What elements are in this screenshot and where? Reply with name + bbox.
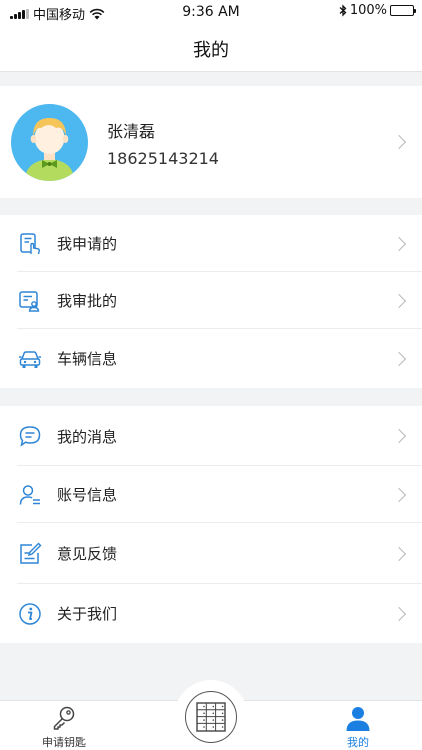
menu-group-applications: 我申请的 我审批的 车辆信息 — [0, 215, 422, 388]
apply-document-icon — [20, 232, 40, 254]
chevron-right-icon — [391, 546, 407, 561]
menu-item-account-info[interactable]: 账号信息 — [0, 466, 422, 523]
menu-item-label: 账号信息 — [57, 486, 118, 504]
status-right: 100% — [339, 3, 416, 18]
tab-apply-key[interactable]: 申请钥匙 — [24, 701, 104, 750]
battery-percent: 100% — [349, 3, 387, 18]
bluetooth-icon — [339, 4, 347, 17]
battery-icon — [390, 5, 416, 16]
approve-document-icon — [19, 290, 40, 312]
menu-item-label: 车辆信息 — [57, 350, 118, 368]
info-icon — [19, 602, 41, 625]
profile-name: 张清磊 — [107, 122, 156, 141]
avatar — [11, 104, 88, 181]
menu-item-label: 关于我们 — [57, 605, 118, 623]
tab-label: 我的 — [347, 736, 369, 749]
menu-item-label: 我申请的 — [57, 235, 118, 253]
chevron-right-icon — [391, 293, 407, 308]
locker-grid-icon — [196, 702, 226, 732]
chevron-right-icon — [391, 134, 407, 150]
nav-bar: 我的 — [0, 26, 422, 72]
avatar-boy-icon — [25, 118, 74, 181]
menu-item-feedback[interactable]: 意见反馈 — [0, 523, 422, 584]
chevron-right-icon — [391, 236, 407, 251]
menu-item-my-approvals[interactable]: 我审批的 — [0, 272, 422, 329]
menu-item-label: 我审批的 — [57, 292, 118, 310]
menu-group-settings: 我的消息 账号信息 意见反馈 关于我们 — [0, 406, 422, 643]
menu-item-label: 我的消息 — [57, 427, 118, 446]
profile-phone: 18625143214 — [107, 149, 219, 168]
chevron-right-icon — [391, 606, 407, 621]
key-icon — [53, 706, 75, 730]
car-icon — [19, 350, 41, 368]
chevron-right-icon — [391, 351, 407, 366]
status-bar: 中国移动 9:36 AM 100% — [0, 0, 422, 26]
feedback-icon — [20, 542, 42, 564]
page-title: 我的 — [193, 39, 229, 61]
tab-mine[interactable]: 我的 — [318, 701, 398, 750]
message-icon — [19, 426, 41, 447]
user-filled-icon — [346, 707, 370, 731]
menu-item-my-applications[interactable]: 我申请的 — [0, 215, 422, 272]
tab-label: 申请钥匙 — [42, 736, 86, 749]
menu-item-about-us[interactable]: 关于我们 — [0, 584, 422, 643]
account-icon — [19, 484, 40, 505]
center-grid-button[interactable] — [185, 691, 237, 743]
menu-item-my-messages[interactable]: 我的消息 — [0, 406, 422, 466]
chevron-right-icon — [391, 487, 407, 502]
menu-item-label: 意见反馈 — [57, 545, 118, 563]
profile-card[interactable]: 张清磊 18625143214 — [0, 86, 422, 198]
menu-item-vehicle-info[interactable]: 车辆信息 — [0, 329, 422, 388]
chevron-right-icon — [391, 428, 407, 444]
